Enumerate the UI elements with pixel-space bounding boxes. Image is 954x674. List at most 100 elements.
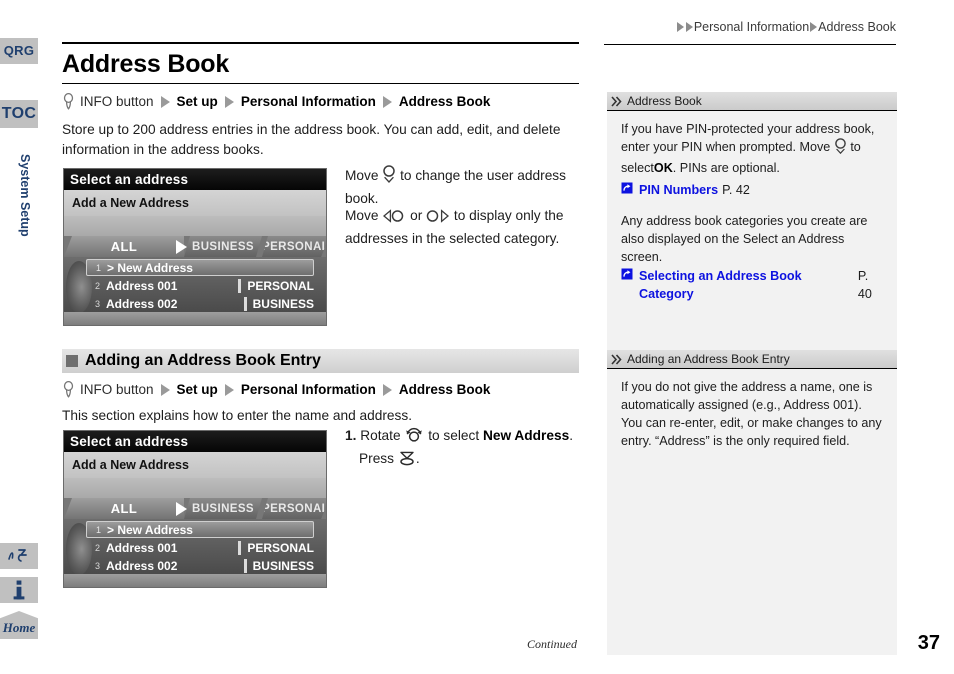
row-name: Address 001 <box>106 540 178 555</box>
nav-screen-row-address-001[interactable]: 2 Address 001 PERSONAL <box>86 539 314 556</box>
row-category: BUSINESS <box>243 558 314 573</box>
chevron-right-icon <box>676 22 684 32</box>
sidebar-note-header-text: Address Book <box>627 94 702 108</box>
step-press-before: Press <box>359 450 394 466</box>
info-button-press-icon <box>62 381 75 398</box>
jump-to-page-icon <box>621 267 633 285</box>
row-name: > New Address <box>107 522 193 537</box>
row-index: 3 <box>94 298 100 309</box>
section-intro-paragraph: This section explains how to enter the n… <box>62 408 412 423</box>
information-icon[interactable] <box>0 577 38 603</box>
nav-screen-row-address-002[interactable]: 3 Address 002 BUSINESS <box>86 295 314 312</box>
footer-rule <box>607 633 897 636</box>
nav-screen-row-new-address[interactable]: 1 > New Address <box>86 521 314 538</box>
step-period: . <box>569 428 574 443</box>
rail-tab-qrg[interactable]: QRG <box>0 38 38 64</box>
nav-screen-title: Select an address <box>64 169 326 190</box>
chevron-right-icon <box>810 22 818 32</box>
nav-path-step-address-book: Address Book <box>398 94 491 109</box>
nav-path-secondary: INFO button Set up Personal Information … <box>62 381 490 398</box>
step-text-before: Rotate <box>360 428 401 443</box>
sidebar-note-body: If you do not give the address a name, o… <box>607 369 897 655</box>
nav-screen-row-new-address[interactable]: 1 > New Address <box>86 259 314 276</box>
sidebar-note-header-text: Adding an Address Book Entry <box>627 352 790 366</box>
step-1-instruction: 1. Rotate to select New Address. Press . <box>345 426 590 471</box>
nav-screen-tab-personal[interactable]: PERSONAL <box>262 236 327 257</box>
section-heading-bar: Adding an Address Book Entry <box>62 349 579 373</box>
sidebar-note-adding-entry: Adding an Address Book Entry If you do n… <box>607 350 897 655</box>
sidebar-link-label: Selecting an Address Book Category <box>639 269 802 301</box>
rail-tab-home[interactable]: Home <box>0 611 38 639</box>
sidebar-link-selecting-category[interactable]: Selecting an Address Book Category P. 40 <box>621 267 885 303</box>
sidebar-note-header: Adding an Address Book Entry <box>607 350 897 369</box>
double-chevron-icon <box>611 353 622 365</box>
row-name: Address 002 <box>106 296 178 311</box>
title-rule-top <box>62 42 579 44</box>
row-index: 2 <box>94 542 100 553</box>
info-button-press-icon <box>62 93 75 110</box>
row-index: 1 <box>95 262 101 273</box>
breadcrumb: Personal Information Address Book <box>676 20 896 34</box>
joystick-move-down-icon <box>382 165 396 189</box>
nav-path-step-address-book: Address Book <box>398 382 491 397</box>
title-rule-bottom <box>62 83 579 84</box>
nav-screen-row-address-001[interactable]: 2 Address 001 PERSONAL <box>86 277 314 294</box>
chevron-right-icon <box>160 95 170 108</box>
voice-command-icon[interactable] <box>0 543 38 569</box>
sidebar-link-label: PIN Numbers <box>639 183 719 197</box>
breadcrumb-rule <box>604 44 896 45</box>
nav-path-step-setup: Set up <box>176 382 218 397</box>
pin-ok-label: OK <box>653 161 673 175</box>
nav-screen-tab-arrow-icon <box>176 240 187 254</box>
intro-paragraph: Store up to 200 address entries in the a… <box>62 122 561 157</box>
breadcrumb-item-personal-information[interactable]: Personal Information <box>694 20 809 34</box>
row-index: 1 <box>95 524 101 535</box>
manual-page: QRG TOC System Setup Home Personal Infor… <box>0 0 954 674</box>
row-index: 3 <box>94 560 100 571</box>
callout-text-before: Move <box>345 168 379 183</box>
sidebar-paragraph-auto-name: If you do not give the address a name, o… <box>621 380 882 448</box>
sidebar-note-header: Address Book <box>607 92 897 111</box>
nav-path-step-personal-information: Personal Information <box>240 94 376 109</box>
row-name: > New Address <box>107 260 193 275</box>
sidebar-link-pin-numbers[interactable]: PIN Numbers P. 42 <box>621 181 885 199</box>
joystick-move-right-icon <box>426 209 450 229</box>
nav-path-button-label: INFO button <box>80 94 154 109</box>
rail-tab-toc[interactable]: TOC <box>0 100 38 128</box>
row-category: PERSONAL <box>238 278 314 293</box>
nav-screen-image-bottom: Select an address Add a New Address ALL … <box>63 430 327 588</box>
nav-screen-row-address-002[interactable]: 3 Address 002 BUSINESS <box>86 557 314 574</box>
press-knob-icon <box>398 450 416 472</box>
nav-screen-tab-arrow-icon <box>176 502 187 516</box>
callout-text-after: to display only the addresses in the sel… <box>345 208 564 246</box>
step-press-after: . <box>415 450 420 466</box>
step-text-middle: to select <box>428 428 480 443</box>
nav-screen-tab-business[interactable]: BUSINESS <box>184 498 262 519</box>
callout-text-middle: or <box>410 208 423 223</box>
sidebar-note-address-book: Address Book If you have PIN-protected y… <box>607 92 897 356</box>
row-index: 2 <box>94 280 100 291</box>
nav-screen-tab-business[interactable]: BUSINESS <box>184 236 262 257</box>
sidebar-note-body: If you have PIN-protected your address b… <box>607 111 897 356</box>
callout-text-after: to change the user address book. <box>345 168 566 206</box>
step-number: 1. <box>345 428 357 443</box>
joystick-move-left-icon <box>382 209 406 229</box>
nav-screen-tab-all[interactable]: ALL <box>64 498 184 519</box>
callout-filter-category: Move or to display only the addresses in… <box>345 206 590 248</box>
nav-screen-tab-all[interactable]: ALL <box>64 236 184 257</box>
nav-screen-tab-personal[interactable]: PERSONAL <box>262 498 327 519</box>
nav-path-primary: INFO button Set up Personal Information … <box>62 93 490 110</box>
section-heading-text: Adding an Address Book Entry <box>85 352 321 369</box>
chevron-right-icon <box>382 383 392 396</box>
sidebar-paragraph-pin: If you have PIN-protected your address b… <box>621 120 885 177</box>
chevron-right-icon <box>160 383 170 396</box>
rail-section-label: System Setup <box>18 153 32 237</box>
callout-change-user-book: Move to change the user address book. <box>345 165 585 208</box>
main-content: Address Book INFO button Set up Personal… <box>62 0 582 674</box>
nav-screen-image-top: Select an address Add a New Address ALL … <box>63 168 327 326</box>
row-name: Address 001 <box>106 278 178 293</box>
double-chevron-icon <box>611 95 622 107</box>
callout-text-before: Move <box>345 208 379 223</box>
breadcrumb-item-address-book[interactable]: Address Book <box>818 20 896 34</box>
square-bullet-icon <box>66 355 78 367</box>
